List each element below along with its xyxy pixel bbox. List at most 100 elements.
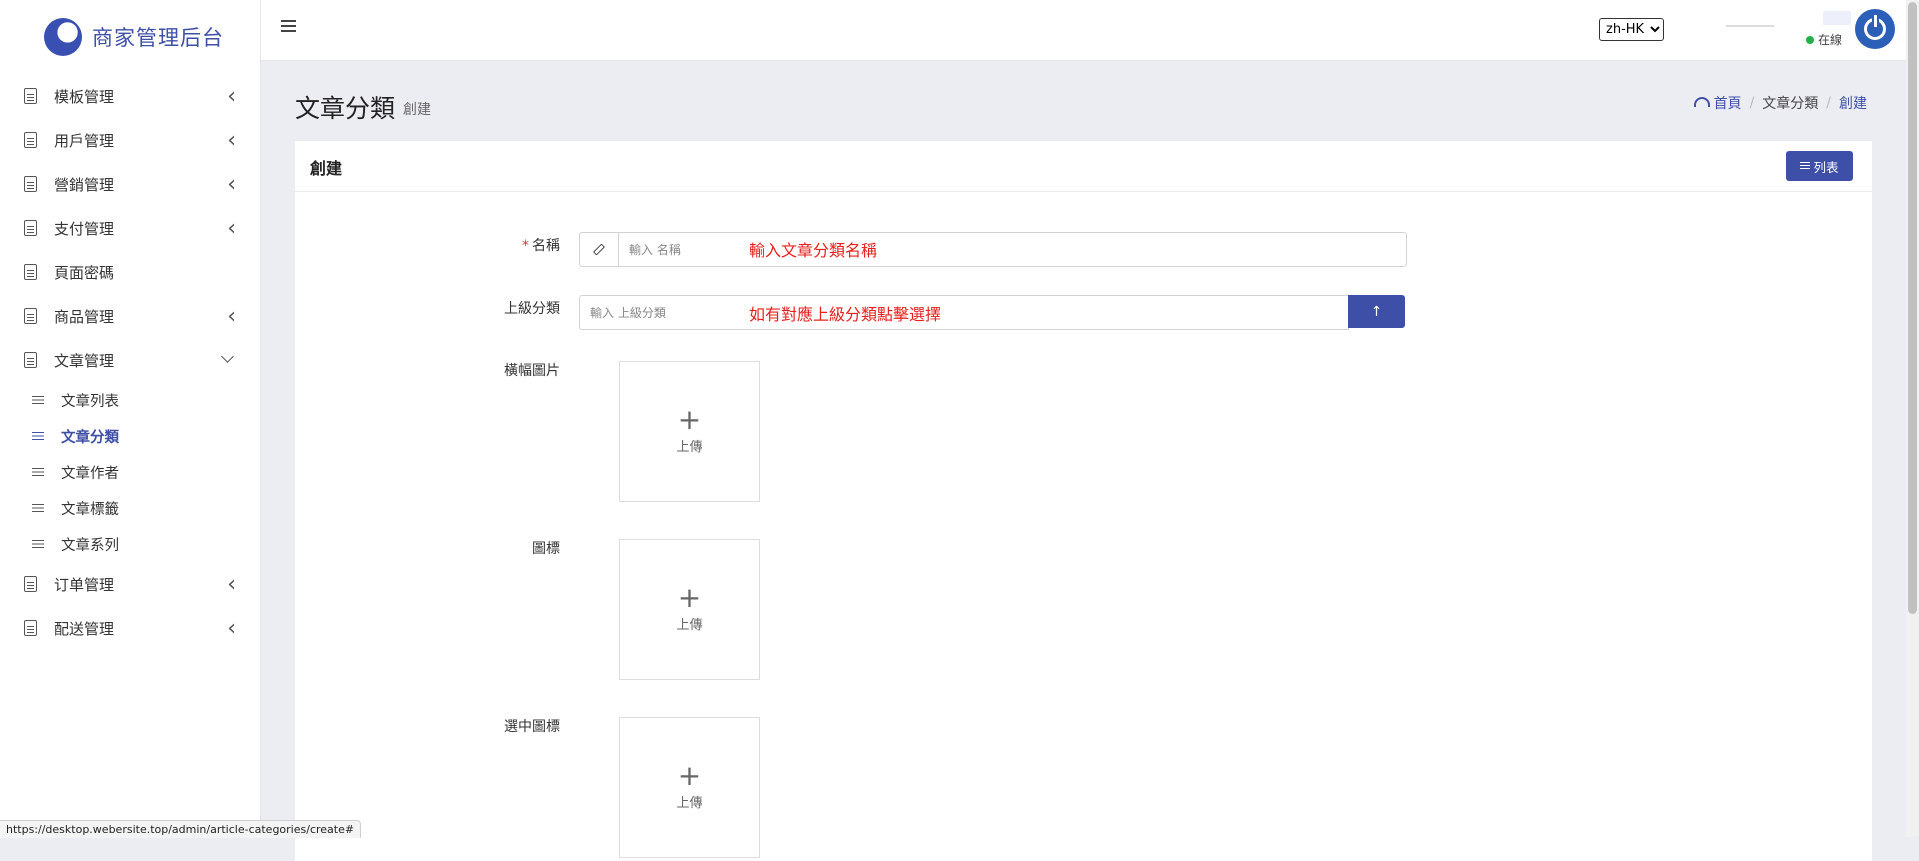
- list-icon: [32, 395, 44, 405]
- list-icon: [1800, 162, 1811, 170]
- sidebar-item-page-password[interactable]: 頁面密碼: [0, 250, 260, 294]
- brand[interactable]: 商家管理后台: [0, 0, 260, 74]
- page-subtitle: 創建: [403, 102, 431, 118]
- plus-icon: +: [677, 403, 702, 436]
- name-input-group: [579, 232, 1407, 267]
- list-icon: [32, 539, 44, 549]
- card-title: 創建: [310, 159, 343, 178]
- sidebar: 商家管理后台 模板管理 用戶管理 營銷管理 支付管理 頁面密碼: [0, 0, 261, 837]
- arrow-up-icon: ↑: [1370, 303, 1383, 320]
- hamburger-menu-icon[interactable]: [281, 20, 296, 33]
- create-form-card: 創建 列表 *名稱 輸入文章分類名稱 上級分類 ↑ 如有對應上級分類點擊選擇 橫…: [295, 140, 1872, 861]
- document-icon: [24, 88, 37, 104]
- sidebar-menu-lower: 订单管理 配送管理: [0, 562, 260, 650]
- dashboard-icon: [1693, 97, 1710, 107]
- user-avatar[interactable]: [1855, 9, 1895, 49]
- document-icon: [24, 308, 37, 324]
- user-name-placeholder: [1823, 11, 1851, 25]
- sidebar-item-label: 營銷管理: [54, 175, 115, 194]
- list-icon: [32, 467, 44, 477]
- banner-image-label: 橫幅圖片: [504, 363, 560, 379]
- name-label-text: 名稱: [532, 238, 560, 254]
- chevron-left-icon: [227, 572, 236, 597]
- sidebar-item-users[interactable]: 用戶管理: [0, 118, 260, 162]
- document-icon: [24, 620, 37, 636]
- document-icon: [24, 220, 37, 236]
- sidebar-item-label: 配送管理: [54, 619, 115, 638]
- sidebar-item-label: 頁面密碼: [54, 263, 115, 282]
- sidebar-item-label: 订单管理: [54, 575, 115, 594]
- top-navbar: zh-HK 在線: [261, 0, 1919, 61]
- list-button[interactable]: 列表: [1786, 151, 1853, 181]
- brand-logo-icon: [44, 18, 82, 56]
- language-select[interactable]: zh-HK: [1599, 18, 1664, 41]
- breadcrumb-separator: /: [1749, 95, 1755, 111]
- sidebar-item-articles[interactable]: 文章管理: [0, 338, 260, 382]
- plus-icon: +: [677, 581, 702, 614]
- scrollbar-thumb[interactable]: [1908, 2, 1917, 614]
- submenu-item-article-series[interactable]: 文章系列: [0, 526, 260, 562]
- submenu-item-label: 文章列表: [61, 393, 119, 410]
- banner-image-upload[interactable]: + 上傳: [619, 361, 760, 502]
- icon-upload[interactable]: + 上傳: [619, 539, 760, 680]
- sidebar-menu: 模板管理 用戶管理 營銷管理 支付管理 頁面密碼 商品管理: [0, 74, 260, 382]
- submenu-item-article-list[interactable]: 文章列表: [0, 382, 260, 418]
- document-icon: [24, 576, 37, 592]
- online-status-label: 在線: [1818, 33, 1843, 47]
- breadcrumb-section: 文章分類: [1762, 96, 1819, 112]
- article-submenu: 文章列表 文章分類 文章作者 文章標籤 文章系列: [0, 382, 260, 562]
- selected-icon-label: 選中圖標: [504, 719, 560, 735]
- upload-label: 上傳: [676, 796, 703, 811]
- sidebar-item-payment[interactable]: 支付管理: [0, 206, 260, 250]
- pencil-icon: [592, 243, 606, 256]
- breadcrumb-home[interactable]: 首頁: [1693, 93, 1742, 113]
- chevron-left-icon: [227, 128, 236, 153]
- breadcrumb: 首頁 / 文章分類 / 創建: [1693, 93, 1867, 113]
- document-icon: [24, 132, 37, 148]
- submenu-item-article-categories[interactable]: 文章分類: [0, 418, 260, 454]
- sidebar-item-label: 模板管理: [54, 87, 115, 106]
- sidebar-item-delivery[interactable]: 配送管理: [0, 606, 260, 650]
- breadcrumb-home-label: 首頁: [1713, 96, 1742, 112]
- card-header: 創建 列表: [295, 141, 1872, 192]
- online-dot-icon: [1806, 35, 1814, 44]
- parent-category-input-group: [579, 295, 1349, 330]
- chevron-down-icon: [221, 350, 234, 363]
- list-icon: [32, 503, 44, 513]
- breadcrumb-current: 創建: [1839, 96, 1867, 112]
- icon-label: 圖標: [532, 541, 560, 557]
- chevron-left-icon: [227, 616, 236, 641]
- breadcrumb-separator: /: [1826, 95, 1831, 111]
- required-marker: *: [522, 238, 529, 254]
- plus-icon: +: [677, 759, 702, 792]
- list-icon: [32, 431, 44, 441]
- submenu-item-article-authors[interactable]: 文章作者: [0, 454, 260, 490]
- name-addon: [580, 233, 619, 266]
- chevron-left-icon: [227, 172, 236, 197]
- sidebar-item-label: 用戶管理: [54, 131, 115, 150]
- status-bar-url: https://desktop.webersite.top/admin/arti…: [0, 820, 362, 838]
- sidebar-item-orders[interactable]: 订单管理: [0, 562, 260, 606]
- name-input[interactable]: [619, 233, 1406, 266]
- submenu-item-label: 文章分類: [61, 429, 119, 446]
- document-icon: [24, 264, 37, 280]
- select-parent-button[interactable]: ↑: [1348, 295, 1405, 328]
- submenu-item-article-tags[interactable]: 文章標籤: [0, 490, 260, 526]
- chevron-left-icon: [227, 304, 236, 329]
- sidebar-item-label: 文章管理: [54, 351, 115, 370]
- submenu-item-label: 文章標籤: [61, 501, 119, 518]
- list-button-label: 列表: [1813, 159, 1839, 175]
- chevron-left-icon: [227, 84, 236, 109]
- sidebar-item-marketing[interactable]: 營銷管理: [0, 162, 260, 206]
- sidebar-item-template[interactable]: 模板管理: [0, 74, 260, 118]
- sidebar-item-products[interactable]: 商品管理: [0, 294, 260, 338]
- sidebar-item-label: 支付管理: [54, 219, 115, 238]
- online-status: 在線: [1806, 31, 1842, 48]
- power-icon: [1864, 15, 1886, 40]
- submenu-item-label: 文章系列: [61, 537, 119, 554]
- parent-category-input[interactable]: [580, 296, 1348, 329]
- brand-title: 商家管理后台: [92, 26, 224, 50]
- page-title: 文章分類: [295, 94, 396, 123]
- document-icon: [24, 176, 37, 192]
- upload-label: 上傳: [676, 618, 703, 633]
